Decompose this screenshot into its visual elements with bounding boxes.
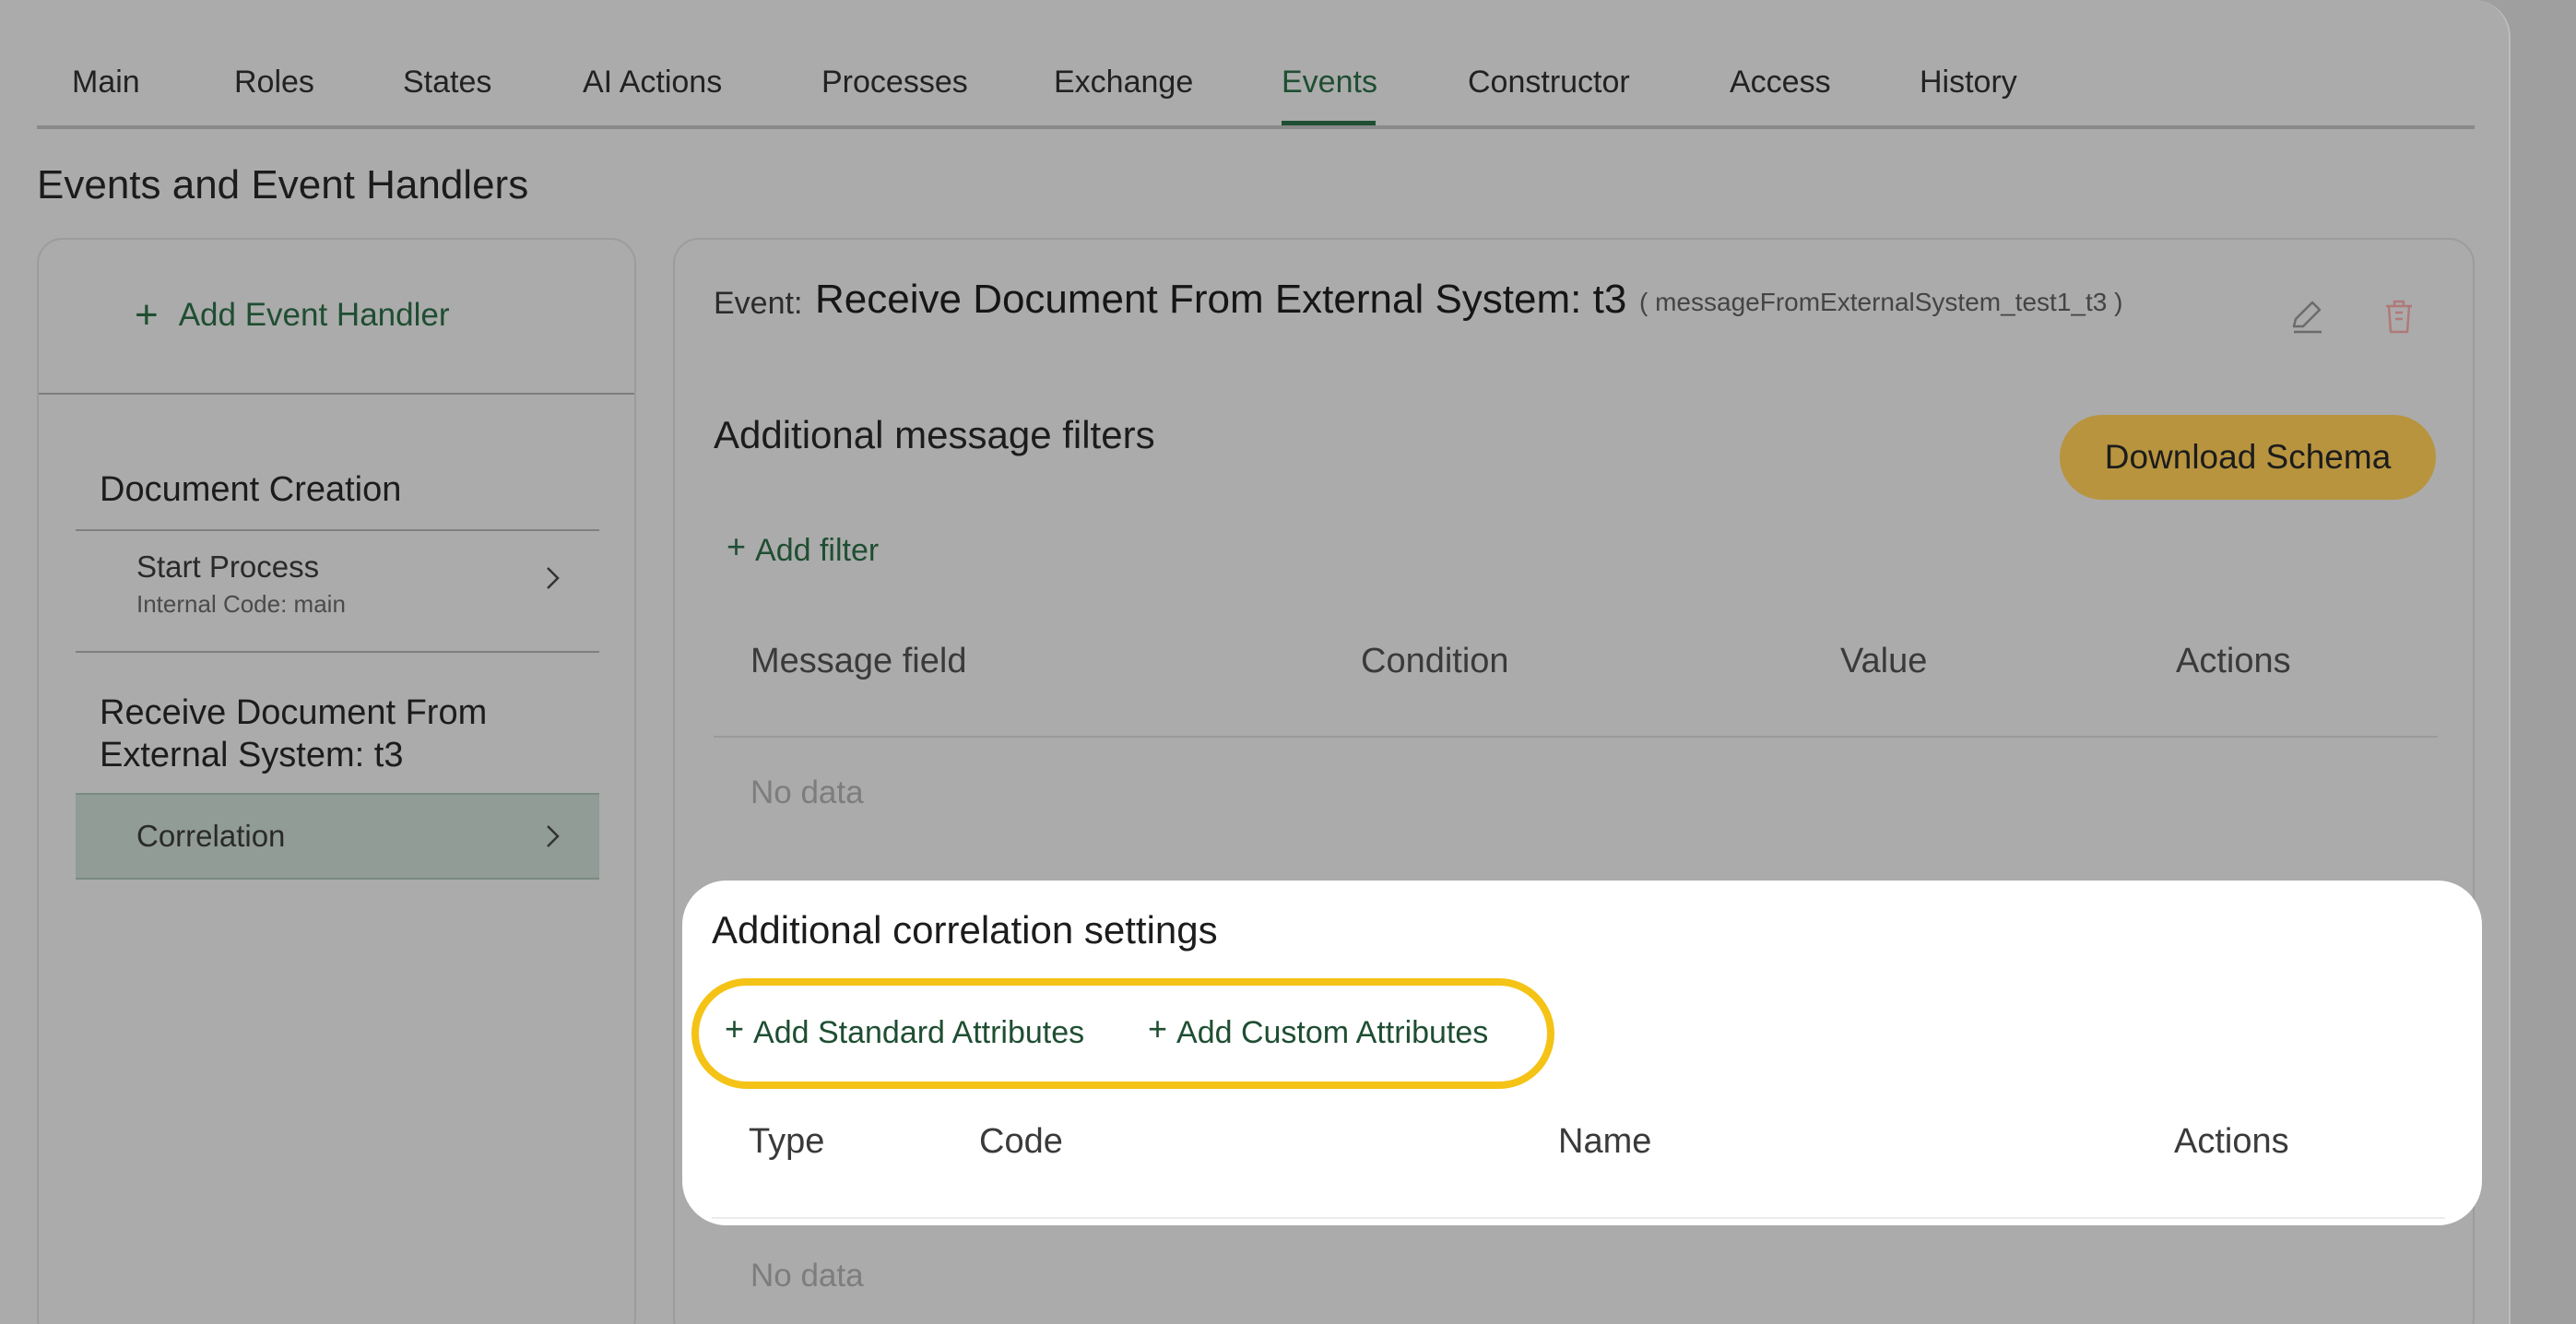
- column-header-actions: Actions: [2176, 642, 2291, 680]
- group-title-line: Receive Document From: [100, 693, 488, 732]
- tab-roles[interactable]: Roles: [234, 65, 314, 100]
- page-title: Events and Event Handlers: [37, 162, 529, 207]
- column-header-condition: Condition: [1361, 642, 1509, 680]
- trash-icon[interactable]: [2381, 297, 2417, 337]
- sidebar-item-correlation[interactable]: Correlation: [76, 793, 599, 880]
- tab-events[interactable]: Events: [1282, 65, 1377, 100]
- plus-icon: +: [727, 526, 747, 565]
- tab-main[interactable]: Main: [72, 65, 140, 100]
- column-header-message-field: Message field: [750, 642, 967, 680]
- event-label: Event:: [714, 286, 803, 321]
- tab-bar: Main Roles States AI Actions Processes E…: [37, 0, 2475, 129]
- tab-ai-actions[interactable]: AI Actions: [583, 65, 722, 100]
- column-header-value: Value: [1840, 642, 1928, 680]
- chevron-right-icon: [547, 825, 560, 847]
- sidebar-item-sublabel: Internal Code: main: [136, 590, 346, 618]
- tab-states[interactable]: States: [403, 65, 491, 100]
- add-standard-attributes-label: Add Standard Attributes: [753, 1015, 1085, 1050]
- event-code: ( messageFromExternalSystem_test1_t3 ): [1639, 288, 2123, 316]
- group-title-document-creation: Document Creation: [100, 470, 402, 509]
- chevron-right-icon: [547, 567, 560, 589]
- tab-history[interactable]: History: [1920, 65, 2017, 100]
- download-schema-button[interactable]: Download Schema: [2060, 415, 2436, 500]
- add-custom-attributes-label: Add Custom Attributes: [1176, 1015, 1489, 1050]
- plus-icon: +: [725, 1009, 745, 1047]
- event-handler-sidebar: + Add Event Handler Document Creation St…: [37, 238, 636, 1324]
- sidebar-item-label: Start Process: [136, 550, 320, 584]
- page-background: Main Roles States AI Actions Processes E…: [0, 0, 2511, 1324]
- add-filter-label: Add filter: [755, 533, 880, 568]
- active-tab-indicator: [1282, 121, 1376, 125]
- event-name: Receive Document From External System: t…: [815, 277, 1627, 322]
- tab-access[interactable]: Access: [1730, 65, 1831, 100]
- column-header-actions: Actions: [2174, 1122, 2289, 1161]
- column-header-code: Code: [979, 1122, 1063, 1161]
- correlation-settings-title: Additional correlation settings: [712, 908, 1218, 952]
- column-header-type: Type: [749, 1122, 825, 1161]
- pencil-icon[interactable]: [2286, 297, 2327, 337]
- add-standard-attributes-button[interactable]: + Add Standard Attributes: [725, 1009, 1085, 1051]
- tab-exchange[interactable]: Exchange: [1054, 65, 1193, 100]
- add-event-handler-label: Add Event Handler: [178, 297, 450, 333]
- tab-processes[interactable]: Processes: [821, 65, 968, 100]
- tab-constructor[interactable]: Constructor: [1468, 65, 1630, 100]
- divider: [76, 651, 599, 653]
- add-event-handler-button[interactable]: + Add Event Handler: [135, 295, 450, 336]
- group-title-receive-document: Receive Document From External System: t…: [100, 692, 487, 777]
- correlation-settings-card: Additional correlation settings + Add St…: [682, 881, 2482, 1225]
- column-header-name: Name: [1558, 1122, 1652, 1161]
- table-divider: [714, 736, 2438, 738]
- plus-icon: +: [1148, 1009, 1168, 1047]
- correlation-empty-text: No data: [750, 1258, 864, 1294]
- sidebar-item-start-process[interactable]: Start Process Internal Code: main: [76, 531, 599, 618]
- group-title-line: External System: t3: [100, 736, 404, 775]
- add-filter-button[interactable]: + Add filter: [727, 526, 880, 569]
- divider: [39, 393, 634, 395]
- add-custom-attributes-button[interactable]: + Add Custom Attributes: [1148, 1009, 1489, 1051]
- sidebar-item-label: Correlation: [136, 819, 286, 853]
- filters-empty-text: No data: [750, 774, 864, 810]
- table-divider: [712, 1217, 2445, 1219]
- message-filters-title: Additional message filters: [714, 413, 1155, 456]
- plus-icon: +: [135, 292, 159, 337]
